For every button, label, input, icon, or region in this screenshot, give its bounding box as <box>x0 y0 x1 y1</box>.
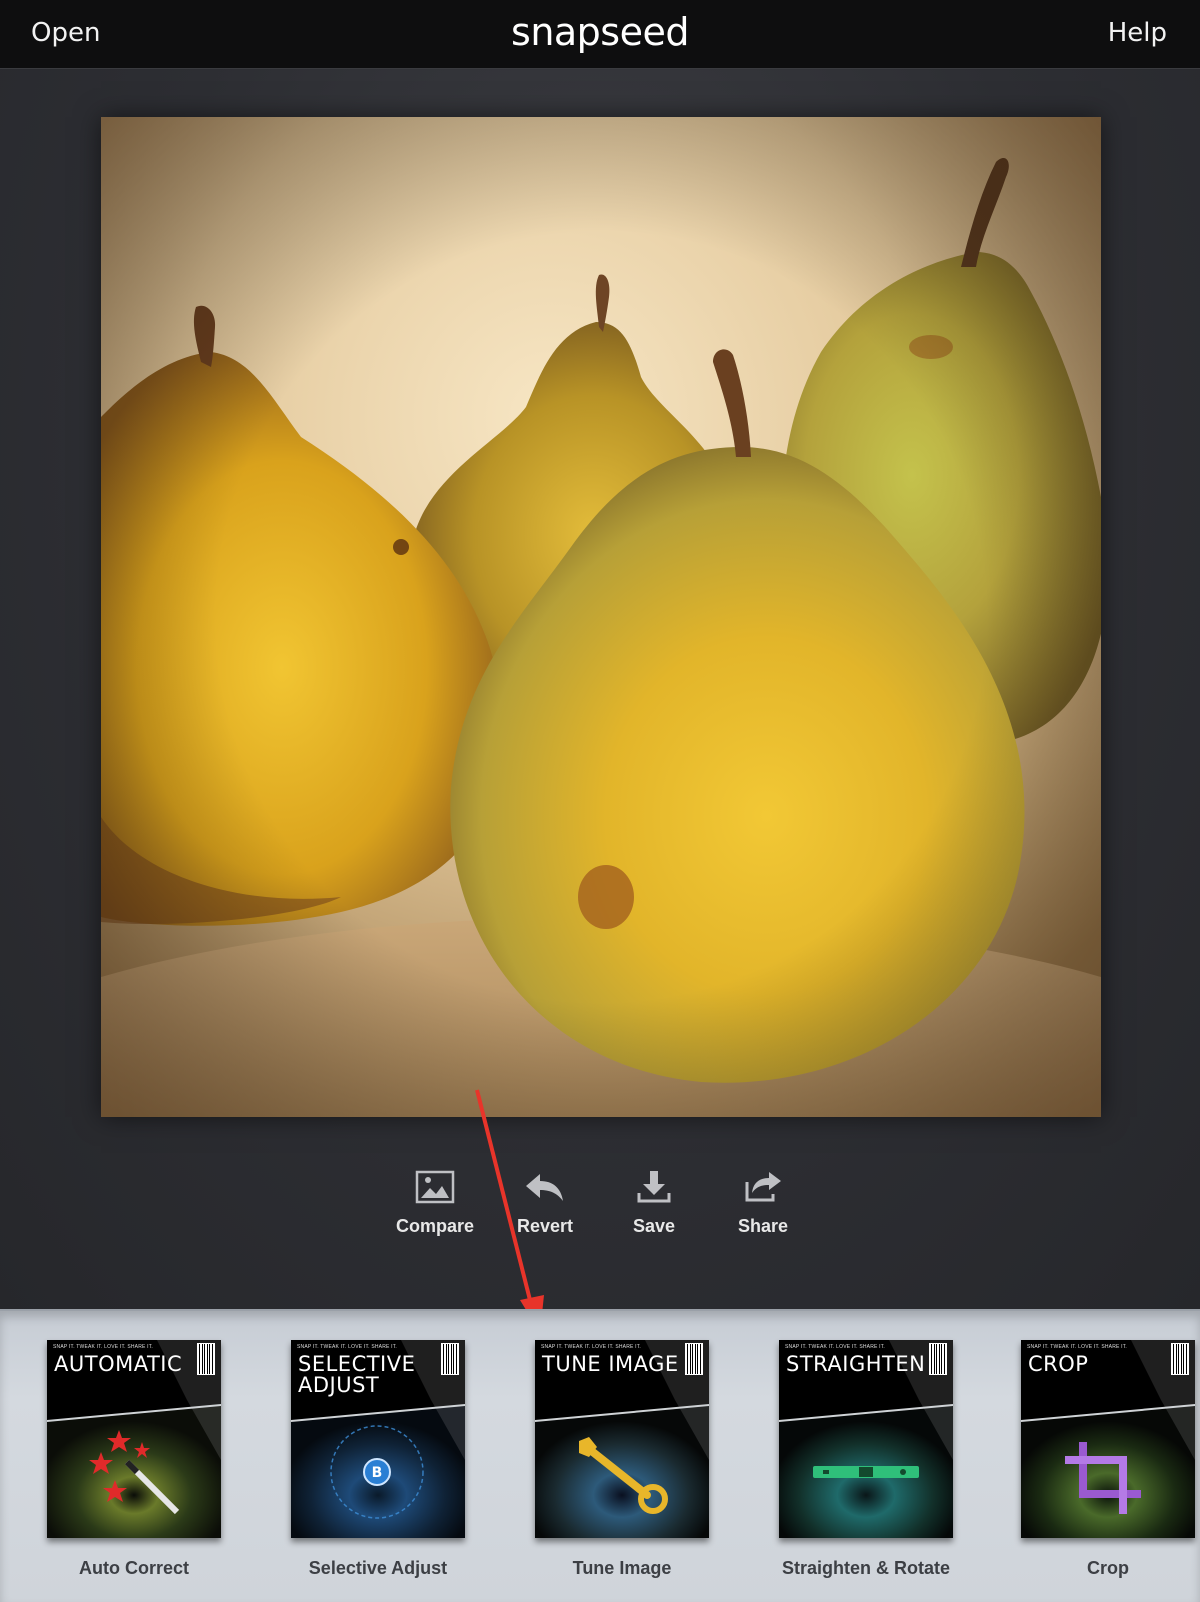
help-button[interactable]: Help <box>1108 18 1167 48</box>
tool-card: SNAP IT. TWEAK IT. LOVE IT. SHARE IT. CR… <box>1021 1340 1195 1538</box>
tool-card: SNAP IT. TWEAK IT. LOVE IT. SHARE IT. ST… <box>779 1340 953 1538</box>
compare-button[interactable]: Compare <box>385 1164 485 1237</box>
revert-label: Revert <box>516 1216 574 1236</box>
card-tagline: SNAP IT. TWEAK IT. LOVE IT. SHARE IT. <box>541 1344 642 1350</box>
tool-name: Selective Adjust <box>308 1558 448 1578</box>
card-tagline: SNAP IT. TWEAK IT. LOVE IT. SHARE IT. <box>1027 1344 1128 1350</box>
save-button[interactable]: Save <box>604 1164 704 1237</box>
card-tagline: SNAP IT. TWEAK IT. LOVE IT. SHARE IT. <box>785 1344 886 1350</box>
barcode-icon <box>441 1343 459 1375</box>
undo-arrow-icon <box>526 1174 563 1201</box>
barcode-icon <box>197 1343 215 1375</box>
tool-name: Tune Image <box>572 1558 672 1578</box>
action-bar: Compare Revert Save Share <box>385 1164 805 1254</box>
card-tagline: SNAP IT. TWEAK IT. LOVE IT. SHARE IT. <box>53 1344 154 1350</box>
top-bar: Open snapseed Help <box>0 0 1200 69</box>
wrench-icon <box>579 1437 668 1514</box>
download-icon <box>637 1171 671 1203</box>
spirit-level-icon <box>813 1466 919 1478</box>
tool-name: Straighten & Rotate <box>781 1558 950 1578</box>
tool-name: Crop <box>1087 1558 1129 1578</box>
tool-selective-adjust[interactable]: SNAP IT. TWEAK IT. LOVE IT. SHARE IT. SE… <box>290 1340 466 1579</box>
tool-card: SNAP IT. TWEAK IT. LOVE IT. SHARE IT. AU… <box>47 1340 221 1538</box>
card-title: SELECTIVE ADJUST <box>298 1352 416 1397</box>
card-title: CROP <box>1028 1352 1089 1376</box>
editor-area: Compare Revert Save Share <box>0 69 1200 1309</box>
tool-card: SNAP IT. TWEAK IT. LOVE IT. SHARE IT. SE… <box>291 1340 465 1538</box>
revert-button[interactable]: Revert <box>495 1164 595 1237</box>
tool-tune-image[interactable]: SNAP IT. TWEAK IT. LOVE IT. SHARE IT. TU… <box>534 1340 710 1579</box>
image-icon <box>415 1170 455 1204</box>
card-title: TUNE IMAGE <box>542 1352 679 1376</box>
share-arrow-icon <box>745 1172 781 1202</box>
compare-label: Compare <box>395 1216 475 1236</box>
tool-straighten-rotate[interactable]: SNAP IT. TWEAK IT. LOVE IT. SHARE IT. ST… <box>778 1340 954 1579</box>
tool-card: SNAP IT. TWEAK IT. LOVE IT. SHARE IT. TU… <box>535 1340 709 1538</box>
share-label: Share <box>737 1216 789 1236</box>
barcode-icon <box>685 1343 703 1375</box>
magic-wand-icon <box>89 1430 180 1515</box>
save-label: Save <box>632 1216 676 1236</box>
svg-text:B: B <box>372 1465 383 1481</box>
tool-auto-correct[interactable]: SNAP IT. TWEAK IT. LOVE IT. SHARE IT. AU… <box>46 1340 222 1579</box>
tool-name: Auto Correct <box>78 1558 189 1578</box>
photo-preview <box>101 117 1101 1117</box>
card-title: STRAIGHTEN <box>786 1352 926 1376</box>
control-point-icon: B <box>363 1458 391 1486</box>
card-tagline: SNAP IT. TWEAK IT. LOVE IT. SHARE IT. <box>297 1344 398 1350</box>
crop-icon <box>1065 1442 1141 1514</box>
tool-crop[interactable]: SNAP IT. TWEAK IT. LOVE IT. SHARE IT. CR… <box>1020 1340 1196 1579</box>
barcode-icon <box>1171 1343 1189 1375</box>
app-logo: snapseed <box>511 10 689 54</box>
share-button[interactable]: Share <box>713 1164 813 1237</box>
tool-tray: SNAP IT. TWEAK IT. LOVE IT. SHARE IT. AU… <box>0 1309 1200 1602</box>
card-title: AUTOMATIC <box>54 1352 183 1376</box>
barcode-icon <box>929 1343 947 1375</box>
